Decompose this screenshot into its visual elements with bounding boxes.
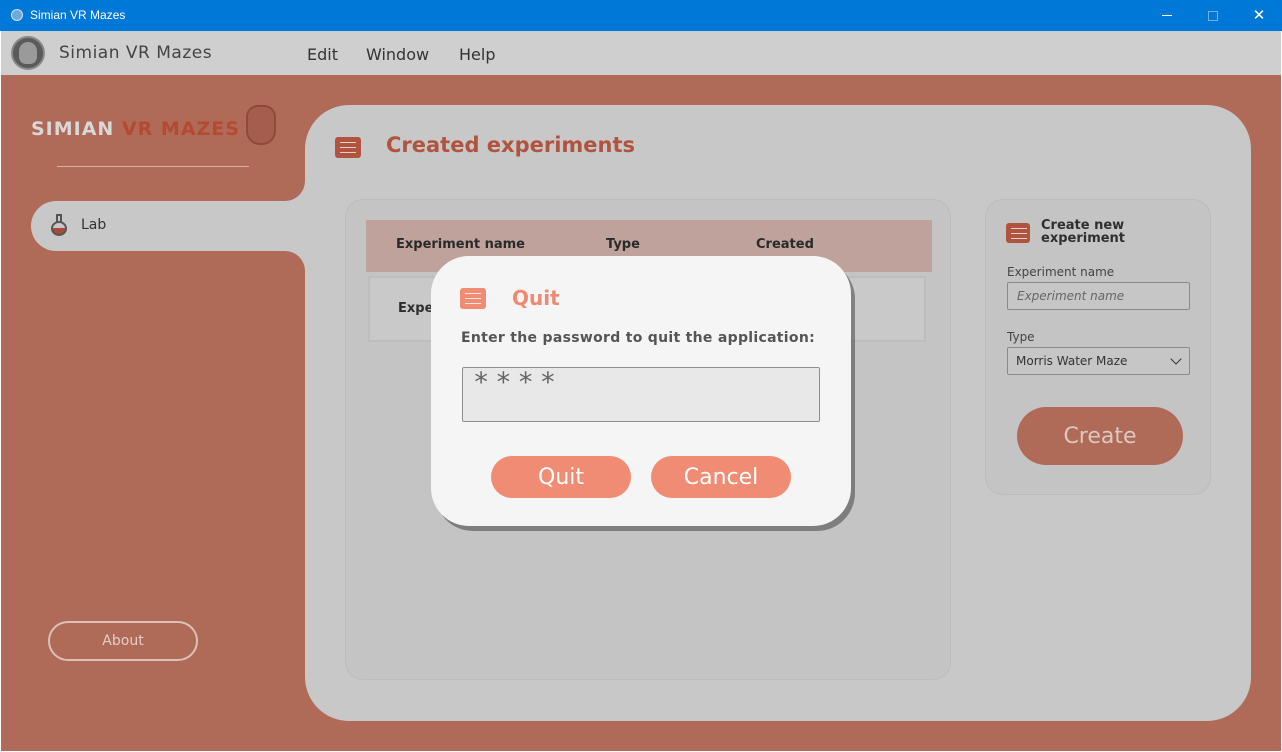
- sliders-icon: [335, 137, 361, 158]
- mask-logo-icon: [246, 105, 276, 145]
- type-select[interactable]: Morris Water Maze: [1007, 347, 1190, 375]
- app-menubar: Simian VR Mazes Edit Window Help: [1, 31, 1281, 75]
- sidebar-item-lab[interactable]: Lab: [31, 201, 331, 251]
- flask-icon: [51, 214, 67, 236]
- sidebar-brand: SIMIAN VR MAZES: [31, 118, 240, 140]
- cancel-button[interactable]: Cancel: [651, 456, 791, 498]
- menu-edit[interactable]: Edit: [307, 45, 338, 64]
- sidebar-item-label: Lab: [81, 217, 107, 233]
- maximize-icon: [1208, 10, 1218, 21]
- experiment-name-label: Experiment name: [1007, 265, 1115, 279]
- about-button[interactable]: About: [48, 621, 198, 661]
- quit-button[interactable]: Quit: [491, 456, 631, 498]
- minimize-icon: [1162, 15, 1172, 16]
- dialog-title: Quit: [512, 286, 560, 310]
- dialog-prompt: Enter the password to quit the applicati…: [461, 330, 815, 346]
- column-experiment-name[interactable]: Experiment name: [396, 237, 525, 252]
- row-experiment-name: Expe: [398, 301, 434, 316]
- menu-help[interactable]: Help: [459, 45, 495, 64]
- create-button[interactable]: Create: [1017, 407, 1183, 465]
- type-select-value: Morris Water Maze: [1016, 354, 1128, 368]
- sidebar-notch-bottom: [271, 251, 305, 271]
- minimize-button[interactable]: [1144, 0, 1190, 31]
- experiment-name-input[interactable]: Experiment name: [1007, 282, 1190, 310]
- menu-window[interactable]: Window: [366, 45, 429, 64]
- maximize-button[interactable]: [1190, 0, 1236, 31]
- app-icon: [11, 9, 23, 21]
- create-panel-title: Create new experiment: [1041, 218, 1126, 246]
- sliders-icon: [1006, 223, 1030, 243]
- sliders-icon: [460, 288, 486, 309]
- close-button[interactable]: ✕: [1236, 0, 1282, 31]
- brand-text: SIMIAN: [31, 118, 115, 140]
- app-name: Simian VR Mazes: [59, 43, 213, 63]
- chevron-down-icon: [1170, 353, 1182, 365]
- window-titlebar: Simian VR Mazes ✕: [0, 0, 1282, 31]
- monkey-logo-icon: [11, 36, 45, 70]
- quit-dialog: Quit Enter the password to quit the appl…: [431, 256, 851, 526]
- brand-divider: [57, 166, 249, 167]
- column-created[interactable]: Created: [756, 237, 814, 252]
- sidebar-notch-top: [271, 181, 305, 201]
- create-experiment-card: Create new experiment Experiment name Ex…: [985, 199, 1211, 495]
- close-icon: ✕: [1252, 6, 1266, 24]
- window-title: Simian VR Mazes: [30, 8, 126, 22]
- type-label: Type: [1007, 330, 1035, 344]
- column-type[interactable]: Type: [606, 237, 640, 252]
- page-title: Created experiments: [386, 133, 636, 157]
- password-input[interactable]: ****: [462, 367, 820, 422]
- brand-accent-text: VR MAZES: [121, 118, 240, 140]
